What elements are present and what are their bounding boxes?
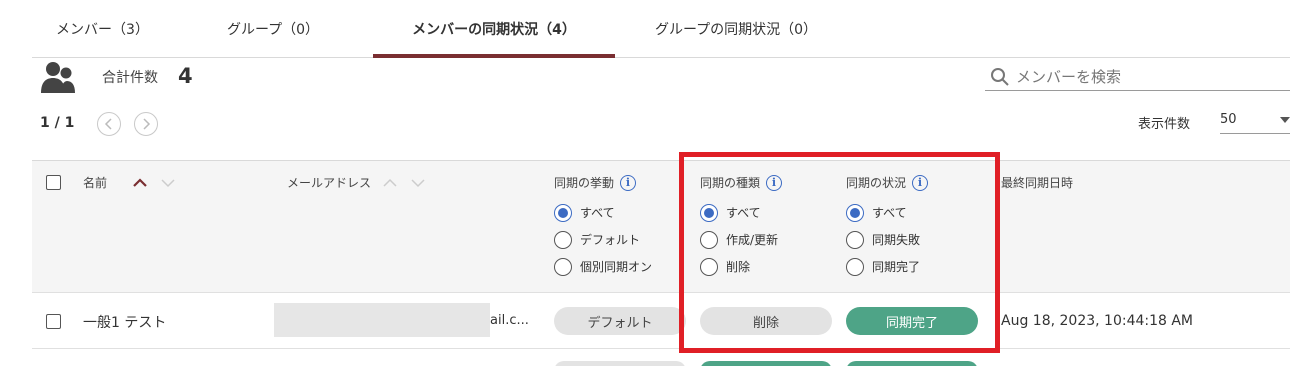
header-divider xyxy=(32,292,1290,293)
prev-page-button[interactable] xyxy=(97,112,121,136)
column-sync-behavior-label: 同期の挙動 xyxy=(554,176,615,190)
search-input[interactable] xyxy=(1016,67,1276,86)
active-tab-indicator xyxy=(373,54,615,58)
radio[interactable] xyxy=(554,230,572,249)
radio[interactable] xyxy=(554,257,572,276)
member-email: ail.c... xyxy=(490,313,529,328)
highlight-box xyxy=(679,152,1000,353)
chevron-left-icon xyxy=(104,118,112,130)
next-page-button[interactable] xyxy=(134,112,158,136)
filter-option[interactable]: すべて xyxy=(554,199,652,226)
tab-member-sync-status[interactable]: メンバーの同期状況（4） xyxy=(373,0,615,58)
last-sync-time: Aug 18, 2023, 10:44:18 AM xyxy=(1001,313,1194,329)
page-size-select[interactable]: 50 xyxy=(1220,106,1290,134)
page-size-label: 表示件数 xyxy=(1138,117,1191,132)
row-divider xyxy=(32,348,1290,349)
sync-behavior-badge: デフォルト xyxy=(554,307,686,335)
column-email: メールアドレス xyxy=(287,174,425,191)
radio-selected[interactable] xyxy=(554,203,572,222)
chevron-right-icon xyxy=(143,118,151,130)
total-count-value: 4 xyxy=(178,64,193,88)
search-icon xyxy=(991,67,1009,86)
table-header xyxy=(32,161,1290,292)
filter-option-label: すべて xyxy=(580,206,615,220)
sort-ascending-icon[interactable] xyxy=(383,178,397,188)
tab-group-sync-status[interactable]: グループの同期状況（0） xyxy=(615,0,857,58)
filter-option[interactable]: 個別同期オン xyxy=(554,253,652,280)
member-search[interactable] xyxy=(985,63,1290,91)
sync-behavior-badge-next xyxy=(554,361,686,366)
sync-status-badge-next xyxy=(846,361,978,366)
people-icon xyxy=(40,60,76,96)
total-count-label: 合計件数 xyxy=(102,70,158,86)
info-icon[interactable]: i xyxy=(620,174,637,191)
sync-behavior-filter: すべて デフォルト 個別同期オン xyxy=(554,199,652,280)
column-sync-behavior: 同期の挙動 i xyxy=(554,174,637,191)
tab-members[interactable]: メンバー（3） xyxy=(32,0,173,58)
dropdown-arrow-icon xyxy=(1280,116,1290,123)
sort-ascending-icon[interactable] xyxy=(133,177,147,188)
filter-option-label: デフォルト xyxy=(580,233,641,247)
column-last-sync-label: 最終同期日時 xyxy=(1001,176,1074,190)
column-last-sync: 最終同期日時 xyxy=(1001,174,1073,191)
tab-bar: メンバー（3） グループ（0） メンバーの同期状況（4） グループの同期状況（0… xyxy=(32,0,1290,58)
column-email-label: メールアドレス xyxy=(287,176,372,190)
row-checkbox[interactable] xyxy=(46,314,61,329)
filter-option-label: 個別同期オン xyxy=(580,260,653,274)
column-name-label: 名前 xyxy=(83,176,108,190)
sync-type-badge-next xyxy=(700,361,832,366)
tab-groups[interactable]: グループ（0） xyxy=(173,0,373,58)
filter-option[interactable]: デフォルト xyxy=(554,226,652,253)
email-redacted xyxy=(274,303,490,337)
select-all-checkbox[interactable] xyxy=(46,175,61,190)
sort-descending-icon[interactable] xyxy=(411,178,425,188)
page-size-value: 50 xyxy=(1220,112,1237,127)
page-indicator: 1 / 1 xyxy=(40,115,75,131)
sort-descending-icon[interactable] xyxy=(161,178,175,188)
member-name: 一般1 テスト xyxy=(83,315,167,331)
column-name: 名前 xyxy=(83,174,175,191)
